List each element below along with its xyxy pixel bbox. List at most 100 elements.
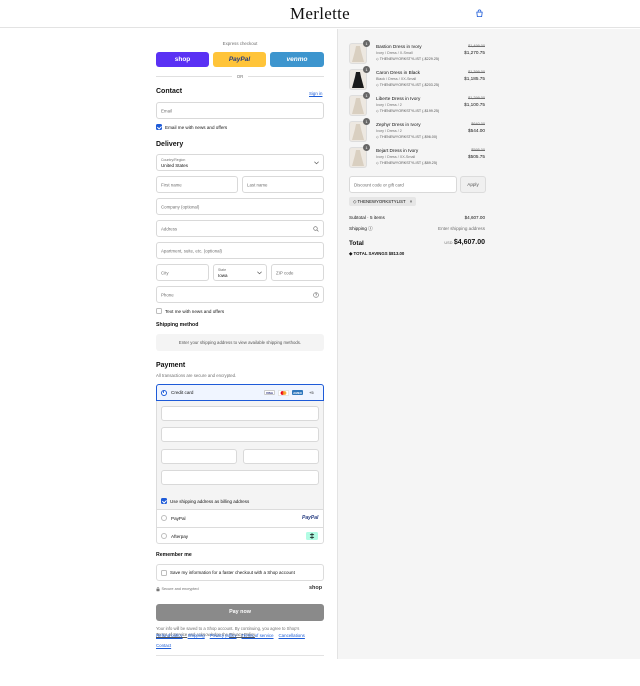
news-label: Email me with news and offers [165, 124, 228, 130]
contact-link[interactable]: Contact [156, 643, 171, 648]
item-discount-code: THENEWYORKSTYLIST (-$203.25) [379, 82, 440, 87]
remove-discount-icon[interactable]: × [410, 199, 413, 204]
item-name: Caron Dress in Black [376, 70, 421, 75]
or-separator: OR [236, 73, 244, 79]
refund-policy-link[interactable]: Refund policy [156, 633, 183, 638]
shop-pay-button[interactable]: shop [156, 52, 209, 67]
chevron-down-icon [257, 271, 262, 275]
afterpay-radio[interactable] [161, 533, 167, 539]
venmo-button[interactable]: venmo [270, 52, 324, 67]
shipping-link[interactable]: Shipping [188, 633, 205, 638]
cancellations-link[interactable]: Cancellations [279, 633, 305, 638]
card-cvv-field[interactable] [243, 449, 319, 464]
quantity-badge: 1 [363, 40, 370, 47]
shipping-label: Shipping ⓘ [349, 226, 373, 232]
item-discount-code: THENEWYORKSTYLIST (-$229.25) [379, 56, 440, 61]
item-variant: Black / Dress / XX-Small [376, 77, 417, 81]
company-placeholder: Company (optional) [161, 204, 200, 209]
apartment-placeholder: Apartment, suite, etc. (optional) [161, 248, 223, 253]
save-info-label: Save my information for a faster checkou… [170, 570, 295, 575]
more-cards-count: +5 [309, 390, 314, 395]
text-offers-label: Text me with news and offers [165, 308, 225, 314]
paypal-express-button[interactable]: PayPal [213, 52, 266, 67]
chevron-down-icon [314, 161, 319, 165]
product-thumbnail: 1 [349, 92, 370, 116]
store-logo[interactable]: Merlette [0, 4, 640, 24]
quantity-badge: 1 [363, 118, 370, 125]
item-old-price: $640.00 [471, 122, 485, 126]
item-discount: ◇ THENEWYORKSTYLIST (-$89.25) [376, 160, 438, 165]
secure-encrypted-note: Secure and encrypted [161, 587, 199, 591]
first-name-placeholder: First name [161, 182, 182, 187]
item-discount-code: THENEWYORKSTYLIST (-$199.25) [379, 108, 440, 113]
phone-placeholder: Phone [161, 292, 174, 297]
zip-field[interactable]: ZIP code [271, 264, 324, 281]
pay-now-button[interactable]: Pay now [156, 604, 324, 621]
amex-icon: AMEX [292, 390, 303, 395]
savings-value: $813.00 [388, 250, 405, 256]
payment-heading: Payment [156, 362, 186, 369]
info-icon[interactable]: ⓘ [368, 226, 373, 231]
billing-same-checkbox[interactable] [161, 498, 167, 504]
item-old-price: $1,399.00 [468, 70, 485, 74]
save-info-checkbox[interactable] [161, 569, 167, 576]
zip-placeholder: ZIP code [276, 270, 294, 275]
first-name-field[interactable]: First name [156, 176, 238, 193]
last-name-placeholder: Last name [247, 182, 268, 187]
item-variant: Ivory / Dress / 2 [376, 129, 402, 133]
express-checkout-title: Express checkout [222, 41, 258, 46]
divider-right [248, 76, 324, 77]
product-thumbnail: 1 [349, 66, 370, 90]
news-checkbox[interactable] [156, 124, 162, 130]
state-value: Iowa [218, 273, 228, 278]
tag-icon: ◇ [353, 199, 357, 204]
help-icon[interactable] [313, 292, 319, 298]
contact-heading: Contact [156, 88, 183, 95]
item-variant: Ivory / Dress / X-Small [376, 51, 413, 55]
mastercard-icon [278, 390, 289, 396]
subtotal-value: $4,607.00 [464, 215, 485, 220]
sign-in-link[interactable]: Sign in [309, 91, 322, 96]
email-field[interactable]: Email [156, 102, 324, 119]
item-discount: ◇ THENEWYORKSTYLIST (-$199.25) [376, 108, 440, 113]
country-label: Country/Region [161, 157, 186, 162]
company-field[interactable]: Company (optional) [156, 198, 324, 215]
text-offers-checkbox[interactable] [156, 308, 162, 314]
card-expiry-field[interactable] [161, 449, 237, 464]
item-discount: ◇ THENEWYORKSTYLIST (-$229.25) [376, 56, 440, 61]
shipping-method-heading: Shipping method [156, 322, 199, 328]
phone-field[interactable]: Phone [156, 286, 324, 303]
billing-same-label: Use shipping address as billing address [170, 498, 250, 504]
savings-tag-icon: ◆ [349, 250, 353, 256]
apply-button[interactable]: Apply [460, 176, 486, 193]
divider-left [156, 76, 232, 77]
city-field[interactable]: City [156, 264, 209, 281]
quantity-badge: 1 [363, 66, 370, 73]
shop-logo: shop [309, 585, 323, 591]
discount-code-input[interactable]: Discount code or gift card [349, 176, 457, 193]
afterpay-option-label: Afterpay [171, 533, 189, 539]
delivery-heading: Delivery [156, 141, 184, 148]
item-price: $1,185.75 [464, 76, 485, 81]
privacy-policy-link[interactable]: Privacy policy [210, 633, 237, 638]
shopping-bag-icon[interactable] [475, 9, 484, 18]
apartment-field[interactable]: Apartment, suite, etc. (optional) [156, 242, 324, 259]
credit-card-radio[interactable] [161, 389, 167, 396]
terms-of-service-link[interactable]: Terms of service [242, 633, 274, 638]
product-thumbnail: 1 [349, 118, 370, 142]
paypal-option-label: PayPal [171, 515, 186, 521]
state-select[interactable]: State Iowa [213, 264, 267, 281]
remember-me-heading: Remember me [156, 552, 192, 558]
paypal-radio[interactable] [161, 515, 167, 521]
state-label: State [218, 267, 227, 272]
card-number-field[interactable] [161, 406, 319, 421]
last-name-field[interactable]: Last name [242, 176, 324, 193]
address-field[interactable]: Address [156, 220, 324, 237]
card-name-field[interactable] [161, 427, 319, 442]
item-discount-code: THENEWYORKSTYLIST (-$89.25) [379, 160, 438, 165]
item-discount: ◇ THENEWYORKSTYLIST (-$96.00) [376, 134, 438, 139]
country-select[interactable]: Country/Region United States [156, 154, 324, 171]
card-extra-field[interactable] [161, 470, 319, 485]
divider [156, 527, 324, 528]
item-name: Bastion Dress in Ivory [376, 44, 422, 49]
